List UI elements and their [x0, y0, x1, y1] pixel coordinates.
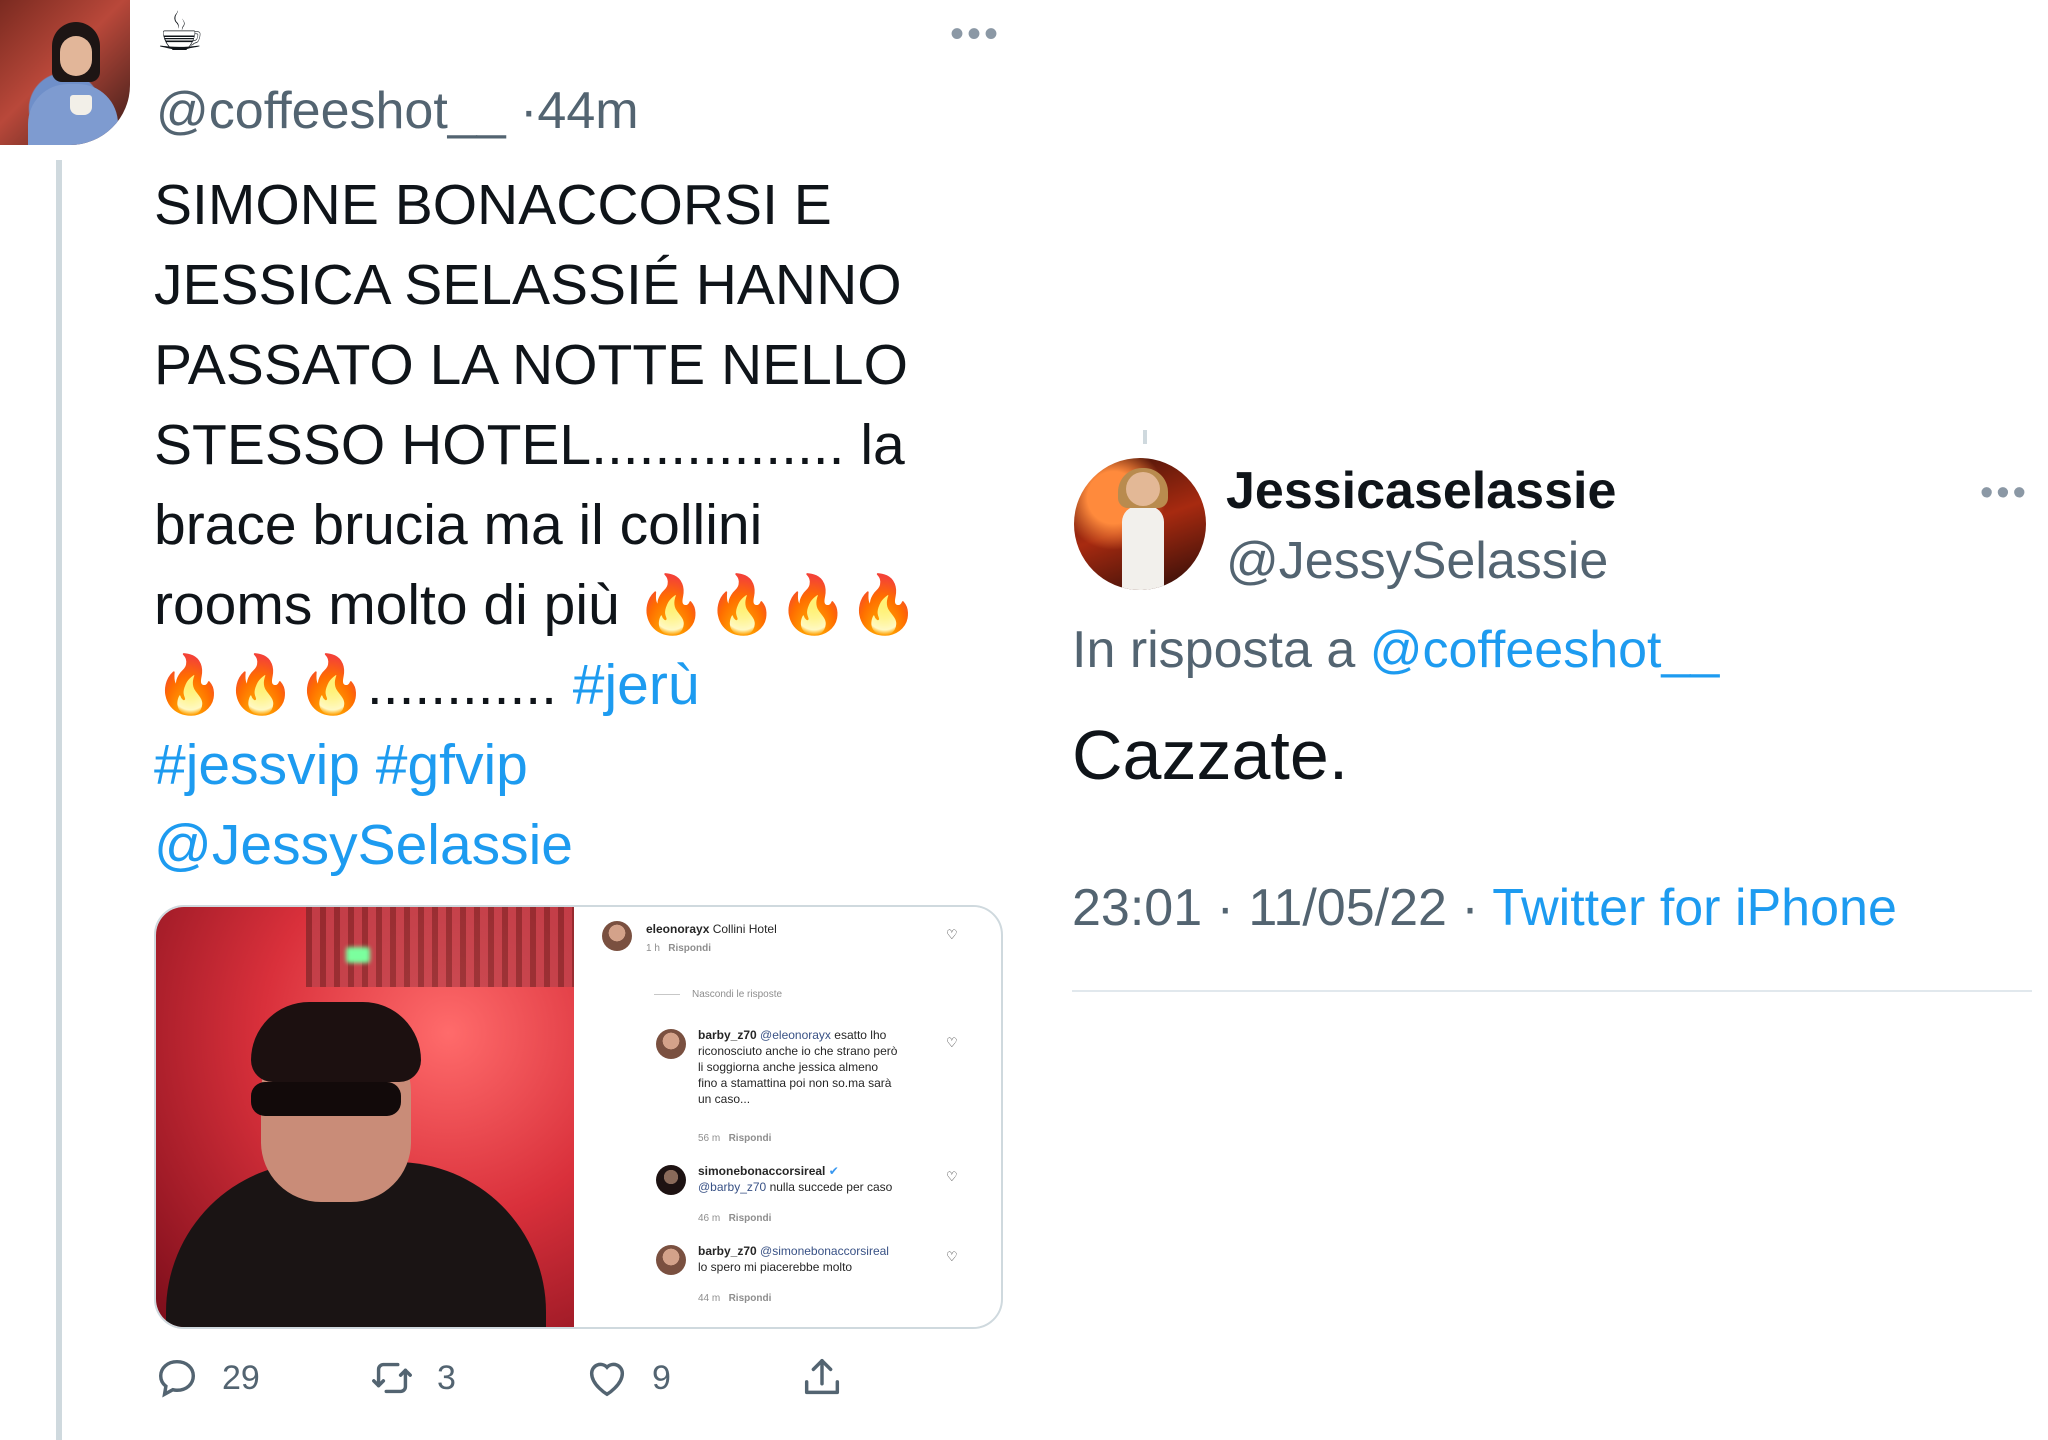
comment-avatar	[656, 1245, 686, 1275]
reply-handle-link[interactable]: @coffeeshot__	[1370, 621, 1720, 679]
separator-dot: ·	[520, 82, 538, 140]
comment-meta: 1 h Rispondi	[646, 943, 712, 954]
separator-dot: ·	[1461, 879, 1479, 937]
tweet-media[interactable]: eleonorayx Collini Hotel 1 h Rispondi ♡ …	[154, 905, 1003, 1329]
jessicaselassie-avatar[interactable]	[1074, 458, 1206, 590]
reply-button[interactable]: 29	[154, 1355, 260, 1401]
comment-meta: 56 m Rispondi	[698, 1133, 772, 1144]
display-name-emoji[interactable]: ☕	[156, 2, 204, 62]
text-line: STESSO HOTEL................ la	[154, 413, 905, 477]
text-line: SIMONE BONACCORSI E	[154, 173, 832, 237]
coffeeshot-avatar[interactable]	[0, 0, 130, 145]
reply-count: 29	[222, 1358, 260, 1397]
retweet-count: 3	[437, 1358, 456, 1397]
timestamp[interactable]: 44m	[537, 82, 638, 140]
separator-dot: ·	[1216, 879, 1234, 937]
handle[interactable]: @coffeeshot__	[156, 82, 506, 140]
mention-jessyselassie[interactable]: @JessySelassie	[154, 805, 1014, 885]
heart-icon[interactable]: ♡	[946, 1169, 958, 1185]
comment: barby_z70 @simonebonaccorsireal lo spero…	[698, 1244, 889, 1274]
more-options-icon[interactable]: •••	[950, 12, 1001, 57]
share-button[interactable]	[799, 1355, 845, 1401]
tweet-header: @coffeeshot__ ·44m	[156, 78, 639, 144]
reply-context: In risposta a @coffeeshot__	[1072, 615, 1719, 685]
like-button[interactable]: 9	[584, 1355, 671, 1401]
comment-avatar	[656, 1165, 686, 1195]
comment: eleonorayx Collini Hotel	[646, 922, 777, 936]
heart-icon[interactable]: ♡	[946, 927, 958, 943]
retweet-button[interactable]: 3	[369, 1355, 456, 1401]
handle[interactable]: @JessySelassie	[1226, 528, 1608, 594]
reply-prefix: In risposta a	[1072, 621, 1356, 679]
thread-line	[56, 160, 62, 1440]
retweet-icon	[372, 1362, 412, 1394]
reply-icon	[158, 1359, 196, 1398]
like-count: 9	[652, 1358, 671, 1397]
tweet-meta: 23:01 · 11/05/22 · Twitter for iPhone	[1072, 872, 1897, 944]
text-line-with-hashtag: 🔥🔥🔥............ #jerù	[154, 645, 1014, 725]
media-photo[interactable]	[156, 907, 574, 1327]
share-icon	[804, 1359, 840, 1395]
text-line: 🔥🔥🔥............	[154, 653, 557, 717]
heart-icon	[589, 1362, 625, 1397]
comment: simonebonaccorsireal ✔ @barby_z70 nulla …	[698, 1164, 893, 1194]
more-options-icon[interactable]: •••	[1980, 472, 2029, 515]
comment-avatar	[602, 921, 632, 951]
hashtag-gfvip[interactable]: #gfvip	[376, 733, 528, 797]
thread-connector	[1143, 430, 1147, 444]
hashtag-line: #jessvip #gfvip	[154, 725, 1014, 805]
text-line: brace brucia ma il collini	[154, 493, 763, 557]
display-name[interactable]: Jessicaselassie	[1226, 458, 1616, 524]
tweet-time[interactable]: 23:01	[1072, 879, 1202, 937]
heart-icon[interactable]: ♡	[946, 1249, 958, 1265]
tweet-actions: 29 3 9	[154, 1355, 854, 1425]
tweet-date[interactable]: 11/05/22	[1248, 879, 1447, 937]
text-line: JESSICA SELASSIÉ HANNO	[154, 253, 902, 317]
heart-icon[interactable]: ♡	[946, 1035, 958, 1051]
text-line: rooms molto di più 🔥🔥🔥🔥	[154, 573, 920, 637]
tweet-text: SIMONE BONACCORSI E JESSICA SELASSIÉ HAN…	[154, 165, 1014, 885]
comment: barby_z70 @eleonorayx esatto lho riconos…	[698, 1028, 898, 1106]
tweet-source-link[interactable]: Twitter for iPhone	[1492, 879, 1897, 937]
comment-meta: 46 m Rispondi	[698, 1213, 772, 1224]
hashtag-jeru[interactable]: #jerù	[573, 653, 700, 717]
text-line: PASSATO LA NOTTE NELLO	[154, 333, 908, 397]
comment-avatar	[656, 1029, 686, 1059]
instagram-comments: eleonorayx Collini Hotel 1 h Rispondi ♡ …	[574, 907, 999, 1327]
divider	[1072, 990, 2032, 992]
hashtag-jessvip[interactable]: #jessvip	[154, 733, 360, 797]
hide-replies[interactable]: Nascondi le risposte	[654, 989, 782, 1000]
tweet-text: Cazzate.	[1072, 716, 1349, 794]
comment-meta: 44 m Rispondi	[698, 1293, 772, 1304]
